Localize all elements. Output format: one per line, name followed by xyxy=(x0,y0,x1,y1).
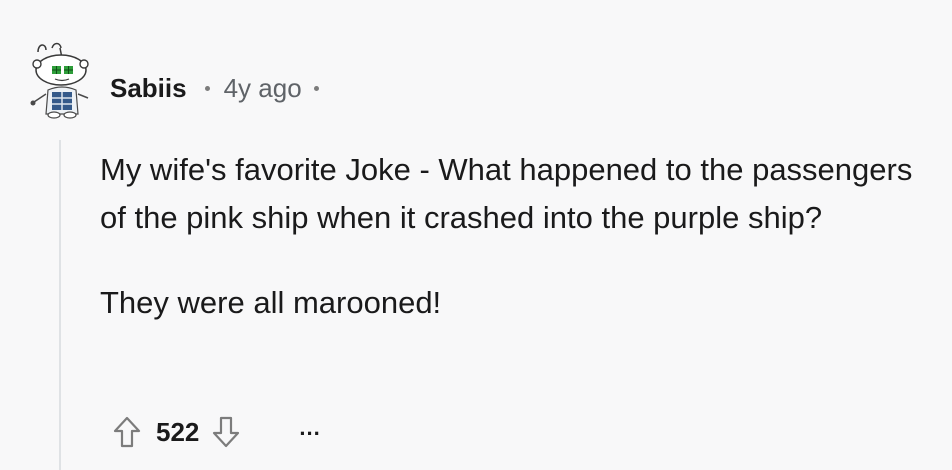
comment-body: My wife's favorite Joke - What happened … xyxy=(100,146,930,327)
comment-header: Sabiis 4y ago xyxy=(110,70,319,106)
upvote-arrow-icon[interactable] xyxy=(112,415,142,449)
separator-dot-trailing xyxy=(313,85,319,91)
avatar[interactable] xyxy=(28,38,92,120)
more-options-icon[interactable]: ... xyxy=(299,417,320,439)
downvote-arrow-icon[interactable] xyxy=(211,415,241,449)
thread-line[interactable] xyxy=(59,140,61,470)
username-link[interactable]: Sabiis xyxy=(110,73,187,104)
comment-paragraph-2: They were all marooned! xyxy=(100,285,442,320)
comment-actions: 522 ... xyxy=(112,412,321,452)
comment-paragraph-1: My wife's favorite Joke - What happened … xyxy=(100,152,913,235)
timestamp: 4y ago xyxy=(223,72,302,103)
separator-dot xyxy=(204,85,210,91)
vote-score: 522 xyxy=(156,416,200,447)
